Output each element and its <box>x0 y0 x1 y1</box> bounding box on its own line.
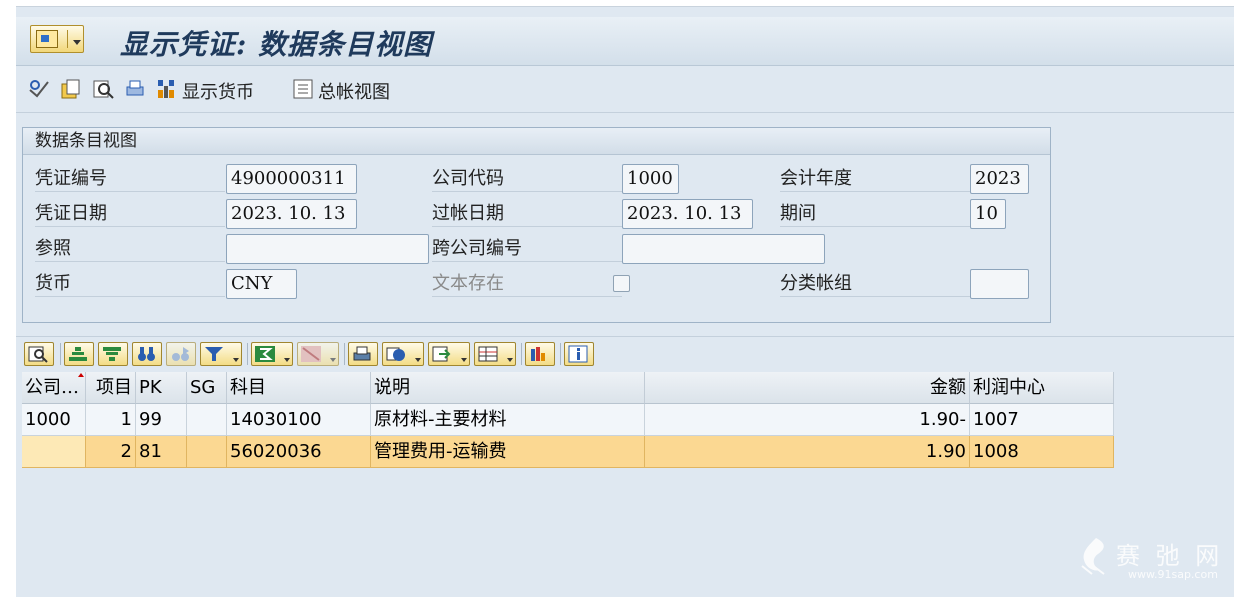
title-bar: 显示凭证: 数据条目视图 <box>16 17 1234 66</box>
application-toolbar: 显示货币 总帐视图 <box>16 66 1234 113</box>
cross-company-label: 跨公司编号 <box>432 236 622 262</box>
layout-button[interactable] <box>474 342 516 366</box>
line-items-table: 公司… 项目 PK SG 科目 说明 金额 利润中心 1000 1 99 140… <box>22 372 1114 468</box>
system-menu-button[interactable] <box>30 25 84 53</box>
col-account[interactable]: 科目 <box>227 372 371 404</box>
print-preview-button[interactable] <box>348 342 378 366</box>
watermark-logo-icon <box>1081 538 1105 575</box>
export-button[interactable] <box>428 342 470 366</box>
details-icon <box>28 346 48 363</box>
col-sg[interactable]: SG <box>187 372 227 404</box>
col-company[interactable]: 公司… <box>22 372 86 404</box>
fiscal-year-label: 会计年度 <box>780 166 970 192</box>
information-button[interactable] <box>564 342 594 366</box>
ledger-group-label: 分类帐组 <box>780 271 970 297</box>
col-description[interactable]: 说明 <box>371 372 645 404</box>
views-button[interactable] <box>382 342 424 366</box>
watermark-text: 赛 弛 网 <box>1116 542 1224 570</box>
dropdown-arrow-icon <box>73 40 81 45</box>
document-search-icon[interactable] <box>92 78 114 100</box>
text-exists-checkbox[interactable] <box>613 275 630 292</box>
ledger-group-field[interactable] <box>970 269 1029 299</box>
table-header: 公司… 项目 PK SG 科目 说明 金额 利润中心 <box>22 372 1114 404</box>
doc-number-field[interactable]: 4900000311 <box>226 164 357 194</box>
sum-icon <box>255 346 275 362</box>
export-icon <box>432 346 451 362</box>
find-next-icon <box>172 347 189 361</box>
sort-descending-button[interactable] <box>98 342 128 366</box>
sap-window: 显示凭证: 数据条目视图 显示货币 总帐视图 数据条目视图 凭证编号 49000… <box>16 0 1234 597</box>
col-pk[interactable]: PK <box>136 372 187 404</box>
layout-grid-icon <box>478 346 498 362</box>
currency-label: 货币 <box>35 271 225 297</box>
sum-button[interactable] <box>251 342 293 366</box>
table-row[interactable]: 1000 1 99 14030100 原材料-主要材料 1.90- 1007 <box>22 404 1114 436</box>
data-entry-panel: 数据条目视图 凭证编号 4900000311 公司代码 1000 会计年度 20… <box>22 127 1051 323</box>
filter-icon <box>205 347 223 361</box>
sort-indicator-icon <box>78 373 84 377</box>
doc-date-field[interactable]: 2023. 10. 13 <box>226 199 357 229</box>
period-field[interactable]: 10 <box>970 199 1006 229</box>
page-title: 显示凭证: 数据条目视图 <box>120 28 433 61</box>
bar-chart-icon <box>531 347 545 361</box>
panel-title: 数据条目视图 <box>23 128 1050 155</box>
info-icon <box>568 345 588 363</box>
filter-button[interactable] <box>200 342 242 366</box>
gl-view-button[interactable]: 总帐视图 <box>318 78 390 104</box>
period-label: 期间 <box>780 201 970 227</box>
sort-ascending-icon <box>69 347 87 361</box>
company-code-label: 公司代码 <box>432 166 622 192</box>
col-profit-center[interactable]: 利润中心 <box>970 372 1114 404</box>
graphic-button[interactable] <box>525 342 555 366</box>
display-change-icon[interactable] <box>28 78 50 100</box>
doc-number-label: 凭证编号 <box>35 166 225 192</box>
copy-document-icon[interactable] <box>60 78 82 100</box>
doc-date-label: 凭证日期 <box>35 201 225 227</box>
watermark: 赛 弛 网 www.91sap.com <box>1078 536 1219 581</box>
display-currency-button[interactable]: 显示货币 <box>182 78 254 104</box>
subtotal-icon <box>301 346 321 362</box>
print-icon[interactable] <box>124 78 146 100</box>
posting-date-label: 过帐日期 <box>432 201 622 227</box>
top-strip <box>16 0 1234 7</box>
find-next-button[interactable] <box>166 342 196 366</box>
currency-field[interactable]: CNY <box>226 269 297 299</box>
reference-label: 参照 <box>35 236 225 262</box>
currency-icon[interactable] <box>156 78 178 100</box>
fiscal-year-field[interactable]: 2023 <box>970 164 1029 194</box>
printer-icon <box>353 346 371 361</box>
alv-toolbar <box>16 336 1234 371</box>
find-button[interactable] <box>132 342 162 366</box>
col-amount[interactable]: 金额 <box>645 372 970 404</box>
text-exists-label: 文本存在 <box>432 271 622 297</box>
sort-descending-icon <box>103 347 121 361</box>
subtotal-button[interactable] <box>297 342 339 366</box>
sort-ascending-button[interactable] <box>64 342 94 366</box>
posting-date-field[interactable]: 2023. 10. 13 <box>622 199 753 229</box>
cross-company-field[interactable] <box>622 234 825 264</box>
binoculars-icon <box>138 347 155 361</box>
menu-icon <box>36 30 58 48</box>
watermark-url: www.91sap.com <box>1128 568 1218 581</box>
gl-view-icon[interactable] <box>292 78 314 100</box>
company-code-field[interactable]: 1000 <box>622 164 679 194</box>
reference-field[interactable] <box>226 234 429 264</box>
views-icon <box>386 347 405 361</box>
col-item[interactable]: 项目 <box>86 372 136 404</box>
details-button[interactable] <box>24 342 54 366</box>
table-row-selected[interactable]: 2 81 56020036 管理费用-运输费 1.90 1008 <box>22 436 1114 468</box>
